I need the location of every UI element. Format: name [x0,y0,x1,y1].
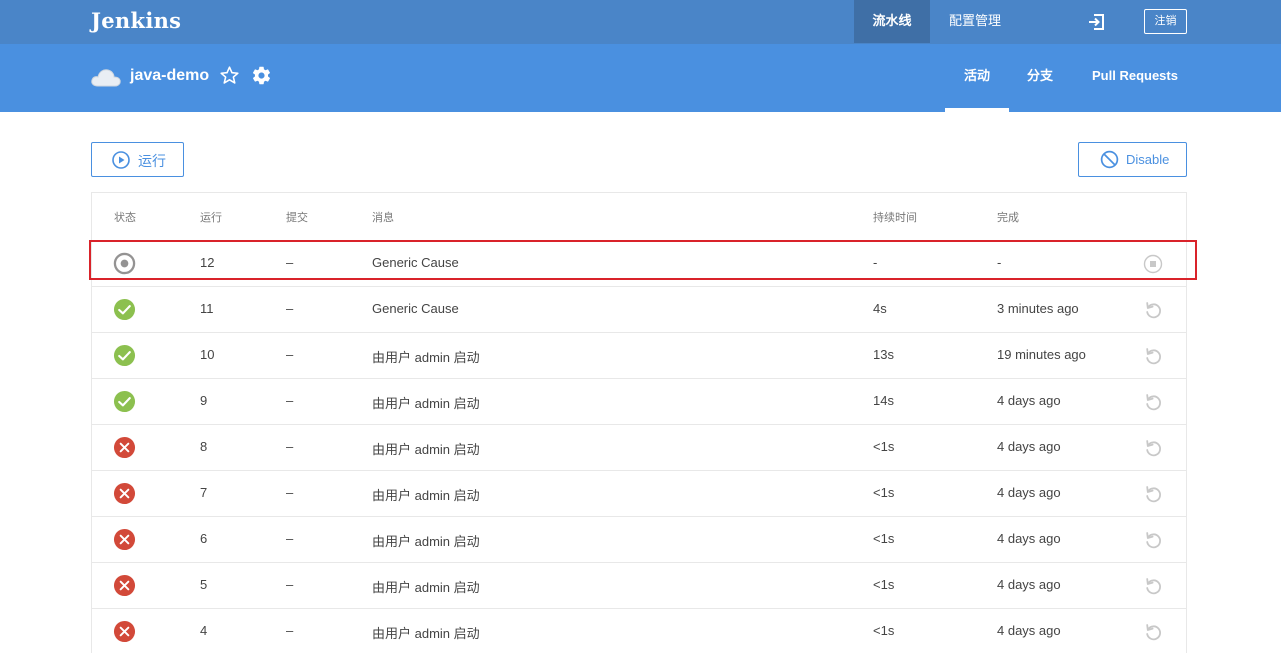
table-row[interactable]: 9 – 由用户 admin 启动 14s 4 days ago [92,378,1186,425]
table-row[interactable]: 10 – 由用户 admin 启动 13s 19 minutes ago [92,332,1186,379]
commit-id: – [286,623,294,638]
run-completed: 3 minutes ago [997,301,1079,316]
run-message: 由用户 admin 启动 [372,626,480,641]
failure-status-icon [113,482,136,505]
pipeline-name[interactable]: java-demo [130,67,209,85]
tab-branches[interactable]: 分支 [1027,44,1053,112]
disable-button[interactable]: Disable [1078,142,1187,177]
run-message: 由用户 admin 启动 [372,488,480,503]
run-completed: 4 days ago [997,577,1061,592]
run-completed: - [997,255,1002,270]
run-duration: <1s [873,577,895,592]
success-status-icon [113,298,136,321]
nav-pipelines[interactable]: 流水线 [854,0,930,43]
run-message: 由用户 admin 启动 [372,580,480,595]
header-commit: 提交 [286,212,308,224]
run-duration: <1s [873,485,895,500]
replay-icon[interactable] [1143,484,1163,504]
run-message: 由用户 admin 启动 [372,350,480,365]
favorite-star-icon[interactable] [219,65,240,86]
disable-circle-icon [1100,150,1119,169]
logout-button[interactable]: 注销 [1144,9,1187,34]
run-completed: 4 days ago [997,485,1061,500]
failure-status-icon [113,620,136,643]
success-status-icon [113,344,136,367]
run-number[interactable]: 6 [200,531,207,546]
run-duration: - [873,255,878,270]
run-message: Generic Cause [372,255,459,270]
run-message: Generic Cause [372,301,459,316]
run-number[interactable]: 5 [200,577,207,592]
table-row[interactable]: 6 – 由用户 admin 启动 <1s 4 days ago [92,516,1186,563]
header-completed: 完成 [997,212,1019,224]
table-row[interactable]: 7 – 由用户 admin 启动 <1s 4 days ago [92,470,1186,517]
table-row[interactable]: 5 – 由用户 admin 启动 <1s 4 days ago [92,562,1186,609]
header-run: 运行 [200,212,222,224]
commit-id: – [286,301,294,316]
header-status: 状态 [114,212,136,224]
jenkins-logo[interactable]: Jenkins [91,8,181,33]
run-message: 由用户 admin 启动 [372,396,480,411]
run-number[interactable]: 7 [200,485,207,500]
running-status-icon [113,252,136,275]
run-completed: 4 days ago [997,531,1061,546]
success-status-icon [113,390,136,413]
run-button-label: 运行 [138,153,166,169]
run-message: 由用户 admin 启动 [372,442,480,457]
run-duration: 13s [873,347,894,362]
commit-id: – [286,577,294,592]
stop-icon[interactable] [1143,254,1163,274]
replay-icon[interactable] [1143,530,1163,550]
run-completed: 4 days ago [997,623,1061,638]
replay-icon[interactable] [1143,576,1163,596]
run-duration: <1s [873,439,895,454]
disable-button-label: Disable [1126,152,1170,167]
settings-gear-icon[interactable] [251,65,272,86]
active-tab-indicator [945,108,1009,112]
commit-id: – [286,439,294,454]
tab-pull-requests[interactable]: Pull Requests [1092,44,1178,112]
run-number[interactable]: 9 [200,393,207,408]
table-row[interactable]: 4 – 由用户 admin 启动 <1s 4 days ago [92,608,1186,655]
run-duration: 4s [873,301,887,316]
run-number[interactable]: 8 [200,439,207,454]
commit-id: – [286,393,294,408]
replay-icon[interactable] [1143,300,1163,320]
commit-id: – [286,255,294,270]
tab-activity[interactable]: 活动 [945,44,1009,112]
activity-table: 状态 运行 提交 消息 持续时间 完成 12 – Generic Cause - - 11… [91,192,1187,653]
header-message: 消息 [372,212,394,224]
play-circle-icon [112,151,130,169]
run-completed: 4 days ago [997,393,1061,408]
commit-id: – [286,485,294,500]
replay-icon[interactable] [1143,346,1163,366]
failure-status-icon [113,436,136,459]
sign-in-icon[interactable] [1087,12,1107,32]
run-duration: <1s [873,623,895,638]
run-number[interactable]: 4 [200,623,207,638]
run-number[interactable]: 11 [200,301,214,316]
commit-id: – [286,347,294,362]
failure-status-icon [113,528,136,551]
table-row[interactable]: 8 – 由用户 admin 启动 <1s 4 days ago [92,424,1186,471]
failure-status-icon [113,574,136,597]
replay-icon[interactable] [1143,438,1163,458]
commit-id: – [286,531,294,546]
table-row[interactable]: 12 – Generic Cause - - [92,240,1186,287]
header-duration: 持续时间 [873,212,917,224]
run-number[interactable]: 10 [200,347,214,362]
nav-administration[interactable]: 配置管理 [949,0,1001,43]
table-row[interactable]: 11 – Generic Cause 4s 3 minutes ago [92,286,1186,333]
run-number[interactable]: 12 [200,255,214,270]
cloud-weather-icon [91,69,121,87]
run-button[interactable]: 运行 [91,142,184,177]
run-completed: 4 days ago [997,439,1061,454]
replay-icon[interactable] [1143,622,1163,642]
run-duration: 14s [873,393,894,408]
run-message: 由用户 admin 启动 [372,534,480,549]
run-completed: 19 minutes ago [997,347,1086,362]
replay-icon[interactable] [1143,392,1163,412]
run-duration: <1s [873,531,895,546]
